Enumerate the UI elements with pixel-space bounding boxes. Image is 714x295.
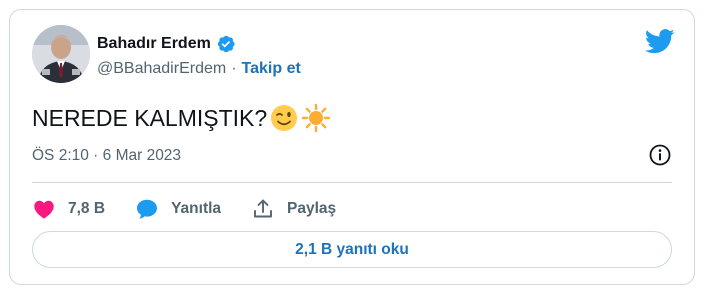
separator-dot: · [231,60,237,77]
avatar[interactable] [32,25,90,83]
like-count: 7,8 B [68,200,106,217]
info-icon[interactable] [648,143,672,167]
tweet-timestamp[interactable]: ÖS 2:10 · 6 Mar 2023 [32,147,181,165]
author-handle[interactable]: @BBahadirErdem [97,60,226,78]
twitter-bird-icon[interactable] [645,29,675,54]
handle-row: @BBahadirErdem · Takip et [97,60,301,78]
author-name[interactable]: Bahadır Erdem [97,35,211,53]
speech-bubble-icon [137,199,158,219]
heart-icon [34,200,54,219]
like-button[interactable]: 7,8 B [32,197,105,221]
share-label: Paylaş [287,200,337,217]
divider [32,182,672,183]
winking-face-emoji-icon [269,103,299,133]
tweet-text: NEREDE KALMIŞTIK? [32,103,331,133]
reply-label: Yanıtla [171,200,222,217]
author-name-row: Bahadır Erdem [97,34,236,54]
tweet-body: NEREDE KALMIŞTIK? [32,104,268,131]
follow-button[interactable]: Takip et [242,60,301,78]
reply-button[interactable]: Yanıtla [135,197,221,221]
sun-emoji-icon [301,103,331,133]
share-icon [254,199,272,218]
tweet-card: Bahadır Erdem @BBahadirErdem · Takip et … [9,9,695,285]
action-bar: 7,8 B Yanıtla Paylaş [32,194,366,224]
share-button[interactable]: Paylaş [251,197,336,221]
read-replies-button[interactable]: 2,1 B yanıtı oku [32,231,672,268]
verified-badge-icon [216,34,236,54]
